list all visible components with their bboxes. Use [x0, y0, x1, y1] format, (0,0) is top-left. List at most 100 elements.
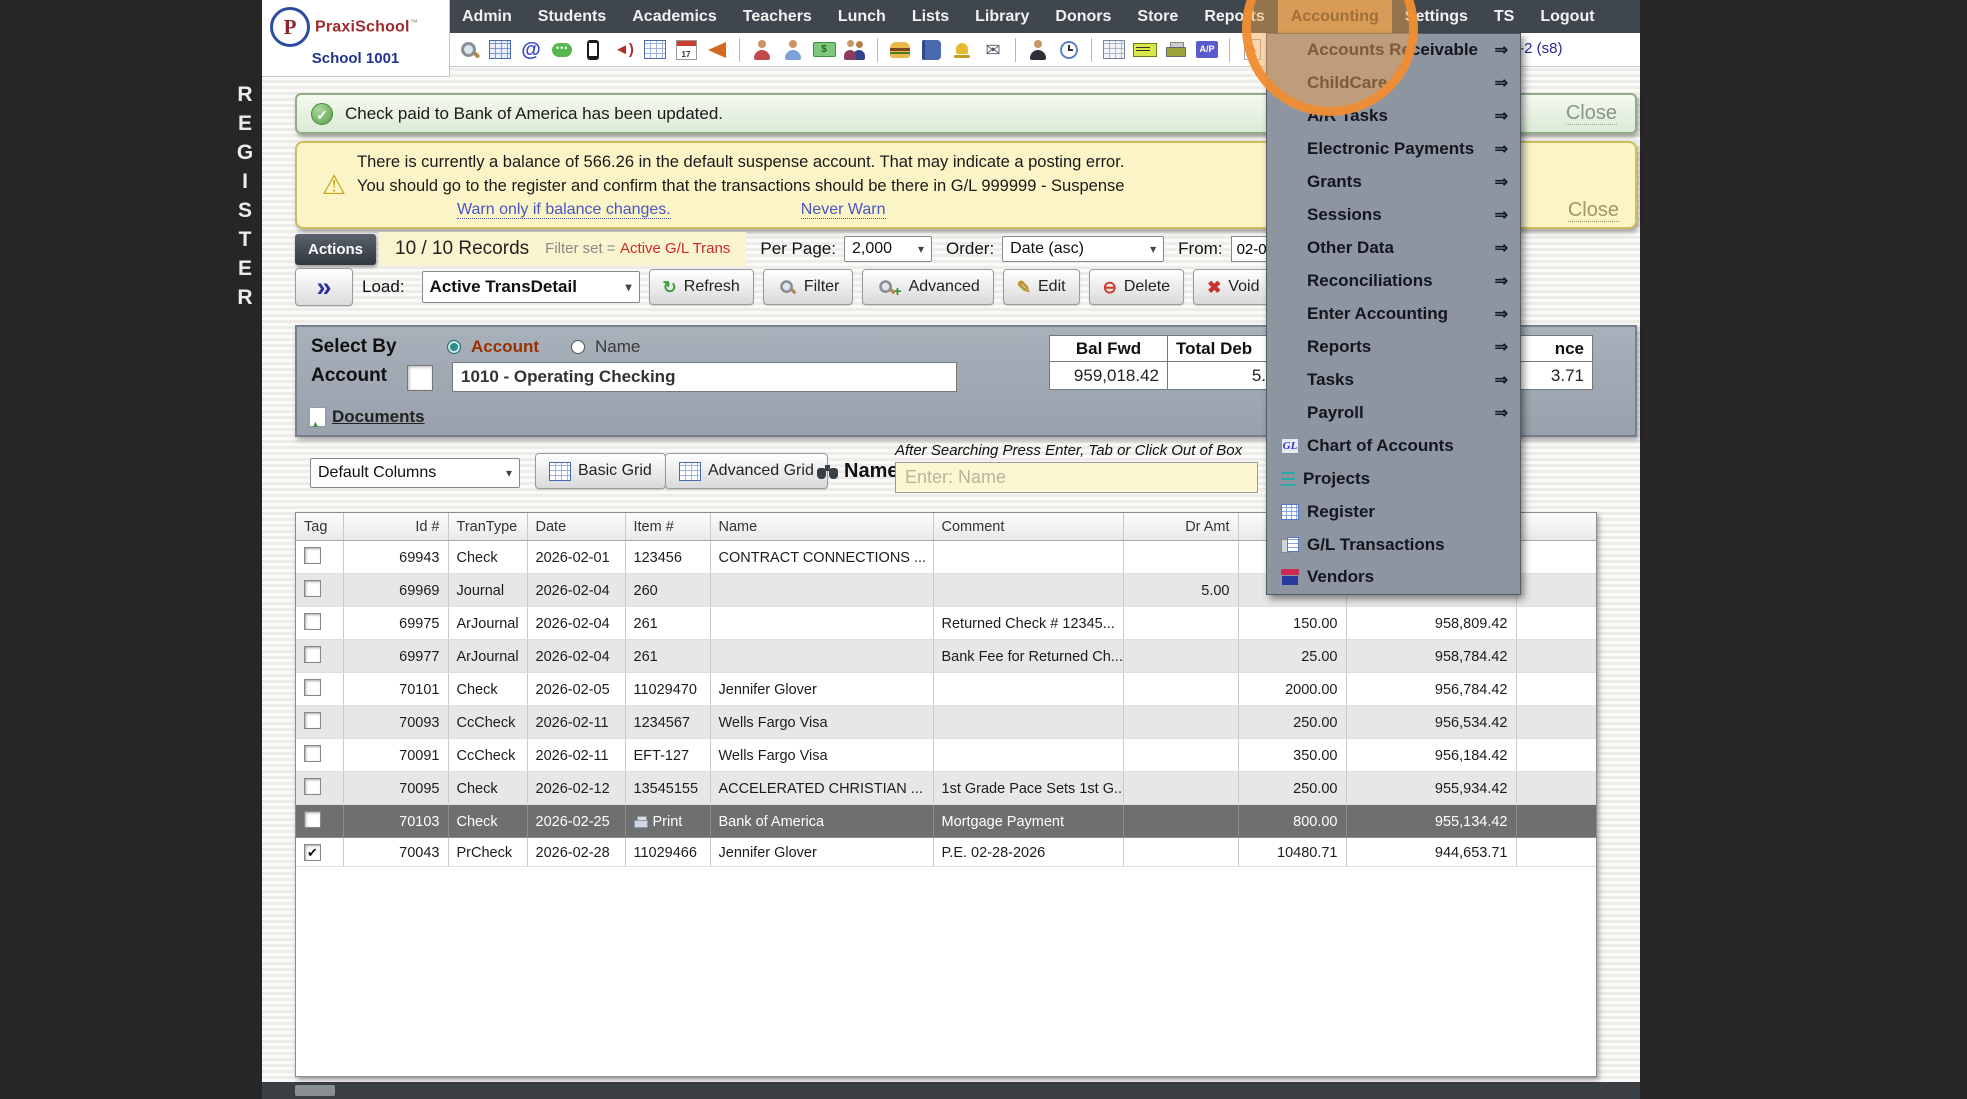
column-header-name[interactable]: Name — [710, 513, 933, 541]
void-button[interactable]: ✖Void — [1193, 269, 1273, 305]
account-input[interactable] — [452, 362, 957, 392]
per-page-select[interactable]: 2,000▾ — [844, 236, 932, 262]
accounting-menu-item-chart-of-accounts[interactable]: GLChart of Accounts — [1267, 429, 1520, 462]
calendar-grid-icon[interactable] — [488, 38, 512, 62]
row-checkbox[interactable] — [304, 613, 321, 630]
check-icon[interactable] — [1133, 38, 1157, 62]
menu-item-academics[interactable]: Academics — [619, 0, 730, 33]
clock-icon[interactable] — [1057, 38, 1081, 62]
table-row[interactable]: 70103Check2026-02-25PrintBank of America… — [296, 805, 1596, 838]
menu-item-donors[interactable]: Donors — [1042, 0, 1124, 33]
accounting-menu-item-vendors[interactable]: Vendors — [1267, 561, 1520, 594]
load-select[interactable]: Active TransDetail▾ — [422, 271, 640, 303]
staff-icon[interactable] — [1026, 38, 1050, 62]
print-check-icon[interactable] — [1164, 38, 1188, 62]
table-row[interactable]: 70101Check2026-02-0511029470Jennifer Glo… — [296, 673, 1596, 706]
accounting-menu-item-sessions[interactable]: Sessions⇒ — [1267, 199, 1520, 232]
search-icon[interactable] — [457, 38, 481, 62]
column-header-date[interactable]: Date — [527, 513, 625, 541]
health-icon[interactable] — [750, 38, 774, 62]
row-checkbox[interactable] — [304, 580, 321, 597]
column-header-dr-amt[interactable]: Dr Amt — [1123, 513, 1238, 541]
calendar-date-icon[interactable]: 17 — [674, 38, 698, 62]
accounting-menu-item-other-data[interactable]: Other Data⇒ — [1267, 232, 1520, 265]
column-header-trantype[interactable]: TranType — [448, 513, 527, 541]
column-header-item[interactable]: Item # — [625, 513, 710, 541]
announcement-speaker-icon[interactable]: ◄) — [612, 38, 636, 62]
accounting-menu-item-electronic-payments[interactable]: Electronic Payments⇒ — [1267, 133, 1520, 166]
accounting-menu-item-register[interactable]: Register — [1267, 495, 1520, 528]
menu-item-teachers[interactable]: Teachers — [730, 0, 825, 33]
table-row[interactable]: 69977ArJournal2026-02-04261Bank Fee for … — [296, 640, 1596, 673]
megaphone-icon[interactable] — [705, 38, 729, 62]
accounting-menu-item-g-l-transactions[interactable]: G/L Transactions — [1267, 528, 1520, 561]
menu-item-students[interactable]: Students — [525, 0, 619, 33]
account-radio[interactable] — [447, 340, 461, 354]
expand-panel-button[interactable]: » — [295, 268, 353, 306]
advanced-grid-button[interactable]: Advanced Grid — [665, 453, 828, 489]
refresh-button[interactable]: ↻Refresh — [649, 269, 754, 305]
row-checkbox[interactable] — [304, 712, 321, 729]
schedule-icon[interactable] — [643, 38, 667, 62]
row-checkbox[interactable] — [304, 679, 321, 696]
send-mail-icon[interactable]: ✉ — [981, 38, 1005, 62]
row-checkbox[interactable] — [304, 811, 321, 828]
horizontal-scrollb ar-thumb[interactable] — [295, 1085, 335, 1096]
menu-item-logout[interactable]: Logout — [1527, 0, 1607, 33]
row-checkbox[interactable] — [304, 778, 321, 795]
email-icon[interactable]: @ — [519, 38, 543, 62]
menu-item-admin[interactable]: Admin — [449, 0, 525, 33]
accounting-menu-item-projects[interactable]: Projects — [1267, 462, 1520, 495]
delete-button[interactable]: ⊖Delete — [1089, 269, 1185, 305]
menu-item-library[interactable]: Library — [962, 0, 1042, 33]
menu-item-ts[interactable]: TS — [1481, 0, 1527, 33]
row-checkbox[interactable] — [304, 745, 321, 762]
edit-button[interactable]: ✎Edit — [1003, 269, 1080, 305]
warning-close-button[interactable]: Close — [1568, 200, 1619, 222]
table-row[interactable]: 69975ArJournal2026-02-04261Returned Chec… — [296, 607, 1596, 640]
accounting-menu-item-reports[interactable]: Reports⇒ — [1267, 330, 1520, 363]
table-row[interactable]: ✔70043PrCheck2026-02-2811029466Jennifer … — [296, 838, 1596, 867]
column-header-id[interactable]: Id # — [343, 513, 448, 541]
never-warn-link[interactable]: Never Warn — [801, 201, 886, 220]
documents-link[interactable]: Documents — [309, 407, 425, 427]
order-select[interactable]: Date (asc)▾ — [1002, 236, 1164, 262]
column-header-tag[interactable]: Tag — [296, 513, 343, 541]
warn-only-link[interactable]: Warn only if balance changes. — [457, 201, 671, 220]
register-vertical-tab[interactable]: REGISTER — [228, 80, 262, 312]
register-grid-icon[interactable] — [1102, 38, 1126, 62]
row-checkbox[interactable] — [304, 646, 321, 663]
library-icon[interactable] — [919, 38, 943, 62]
chat-icon[interactable] — [550, 38, 574, 62]
menu-item-lists[interactable]: Lists — [899, 0, 962, 33]
family-icon[interactable] — [843, 38, 867, 62]
name-radio[interactable] — [571, 340, 585, 354]
advanced-filter-button[interactable]: +Advanced — [862, 269, 993, 305]
name-search-input[interactable] — [895, 462, 1258, 493]
table-row[interactable]: 70095Check2026-02-1213545155ACCELERATED … — [296, 772, 1596, 805]
lunch-icon[interactable] — [888, 38, 912, 62]
column-header-comment[interactable]: Comment — [933, 513, 1123, 541]
accounting-menu-item-tasks[interactable]: Tasks⇒ — [1267, 363, 1520, 396]
accounting-menu-item-payroll[interactable]: Payroll⇒ — [1267, 396, 1520, 429]
row-checkbox[interactable] — [304, 547, 321, 564]
print-label[interactable]: Print — [653, 814, 683, 830]
account-checkbox[interactable] — [407, 365, 433, 391]
accounting-menu-item-grants[interactable]: Grants⇒ — [1267, 166, 1520, 199]
ap-icon[interactable]: A/P — [1195, 38, 1219, 62]
menu-item-lunch[interactable]: Lunch — [825, 0, 899, 33]
table-row[interactable]: 70093CcCheck2026-02-111234567Wells Fargo… — [296, 706, 1596, 739]
bell-icon[interactable] — [950, 38, 974, 62]
phone-icon[interactable] — [581, 38, 605, 62]
table-row[interactable]: 70091CcCheck2026-02-11EFT-127Wells Fargo… — [296, 739, 1596, 772]
basic-grid-button[interactable]: Basic Grid — [535, 453, 666, 489]
accounting-menu-item-enter-accounting[interactable]: Enter Accounting⇒ — [1267, 298, 1520, 331]
money-icon[interactable]: $ — [812, 38, 836, 62]
column-header-hidden-10[interactable] — [1516, 513, 1596, 541]
row-checkbox[interactable]: ✔ — [304, 844, 321, 861]
menu-item-store[interactable]: Store — [1124, 0, 1191, 33]
notification-close-button[interactable]: Close — [1566, 103, 1617, 125]
actions-button[interactable]: Actions — [295, 234, 376, 265]
filter-button[interactable]: Filter — [763, 269, 854, 305]
person-icon[interactable] — [781, 38, 805, 62]
